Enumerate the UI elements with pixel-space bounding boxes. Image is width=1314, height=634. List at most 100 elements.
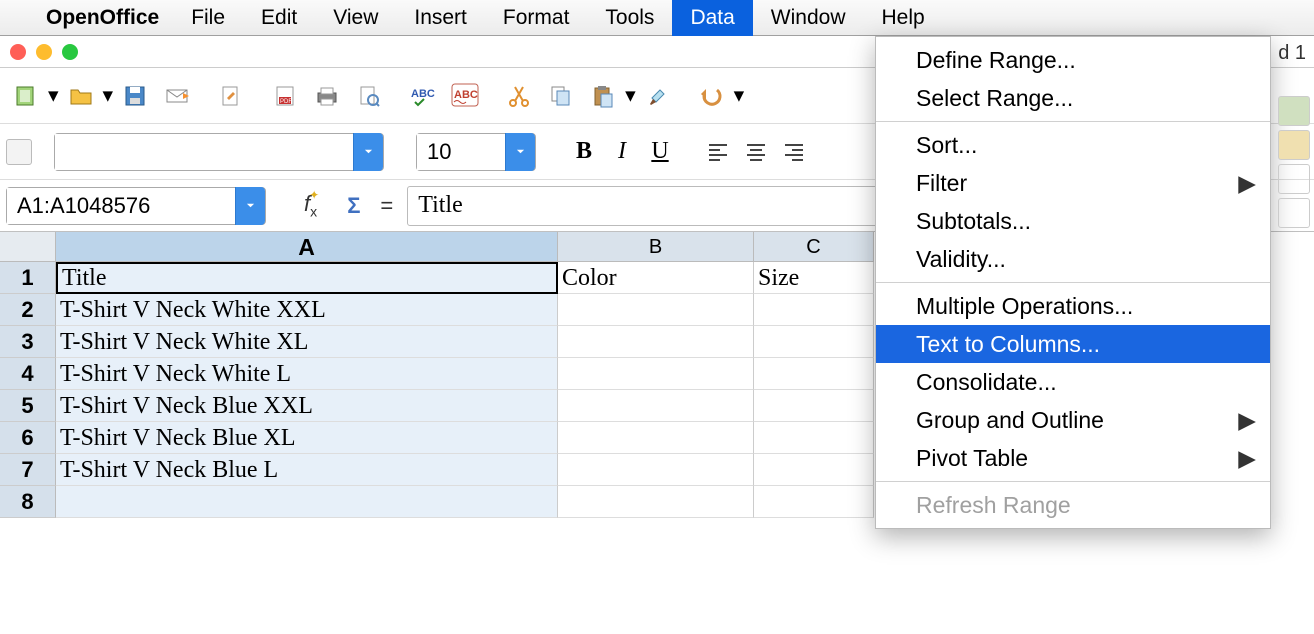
row-header[interactable]: 3 [0,326,56,358]
row-header[interactable]: 7 [0,454,56,486]
new-button[interactable] [9,79,43,113]
menu-help[interactable]: Help [864,0,943,36]
menu-item-pivot-table[interactable]: Pivot Table▶ [876,439,1270,477]
menu-item-text-to-columns[interactable]: Text to Columns... [876,325,1270,363]
underline-button[interactable]: U [644,137,676,167]
cell[interactable]: T-Shirt V Neck White XXL [56,294,558,326]
copy-button[interactable] [544,79,578,113]
menu-edit[interactable]: Edit [243,0,315,36]
row-header[interactable]: 6 [0,422,56,454]
print-button[interactable] [310,79,344,113]
menu-file[interactable]: File [173,0,243,36]
toolbar-fragment-btn[interactable] [1278,164,1310,194]
col-header-A[interactable]: A [56,232,558,262]
row-header[interactable]: 2 [0,294,56,326]
cell[interactable] [558,422,754,454]
name-box[interactable] [6,187,266,225]
cell[interactable]: T-Shirt V Neck White L [56,358,558,390]
menu-format[interactable]: Format [485,0,588,36]
col-header-C[interactable]: C [754,232,874,262]
col-header-B[interactable]: B [558,232,754,262]
dropdown-arrow-icon[interactable]: ▾ [48,83,59,108]
menu-item-define-range[interactable]: Define Range... [876,41,1270,79]
toolbar-fragment-btn[interactable] [1278,96,1310,126]
cell[interactable] [558,486,754,518]
menu-item-sort[interactable]: Sort... [876,126,1270,164]
row-header[interactable]: 4 [0,358,56,390]
font-name-combo[interactable] [54,133,384,171]
cell[interactable]: T-Shirt V Neck Blue XL [56,422,558,454]
close-button[interactable] [10,44,26,60]
row-header[interactable]: 1 [0,262,56,294]
menu-tools[interactable]: Tools [587,0,672,36]
edit-file-button[interactable] [214,79,248,113]
styles-button[interactable] [6,139,32,165]
menu-data[interactable]: Data [672,0,752,36]
menu-item-select-range[interactable]: Select Range... [876,79,1270,117]
equals-icon[interactable]: = [374,193,399,219]
send-mail-button[interactable] [160,79,194,113]
align-left-button[interactable] [702,137,734,167]
cell[interactable] [558,358,754,390]
menu-window[interactable]: Window [753,0,864,36]
select-all-corner[interactable] [0,232,56,262]
menu-item-multiple-operations[interactable]: Multiple Operations... [876,287,1270,325]
menu-view[interactable]: View [315,0,396,36]
menu-item-subtotals[interactable]: Subtotals... [876,202,1270,240]
cell[interactable] [56,486,558,518]
menu-insert[interactable]: Insert [396,0,485,36]
row-header[interactable]: 5 [0,390,56,422]
menu-item-filter[interactable]: Filter▶ [876,164,1270,202]
align-center-button[interactable] [740,137,772,167]
font-size-combo[interactable] [416,133,536,171]
cell[interactable] [754,390,874,422]
cell[interactable] [754,486,874,518]
dropdown-arrow-icon[interactable]: ▾ [103,83,114,108]
align-right-button[interactable] [778,137,810,167]
cell[interactable] [558,326,754,358]
menu-item-group-and-outline[interactable]: Group and Outline▶ [876,401,1270,439]
chevron-down-icon[interactable] [353,133,383,171]
cell[interactable]: Size [754,262,874,294]
dropdown-arrow-icon[interactable]: ▾ [625,83,636,108]
format-paintbrush-button[interactable] [641,79,675,113]
row-header[interactable]: 8 [0,486,56,518]
save-button[interactable] [118,79,152,113]
cell[interactable] [558,454,754,486]
cell[interactable]: Title [56,262,558,294]
font-name-input[interactable] [55,134,353,170]
chevron-down-icon[interactable] [235,187,265,225]
chevron-down-icon[interactable] [505,133,535,171]
zoom-button[interactable] [62,44,78,60]
export-pdf-button[interactable]: PDF [268,79,302,113]
menu-item-validity[interactable]: Validity... [876,240,1270,278]
cell[interactable] [754,422,874,454]
toolbar-fragment-btn[interactable] [1278,130,1310,160]
menu-item-consolidate[interactable]: Consolidate... [876,363,1270,401]
cell[interactable]: T-Shirt V Neck Blue XXL [56,390,558,422]
cell[interactable] [754,294,874,326]
bold-button[interactable]: B [568,137,600,167]
cell[interactable] [558,390,754,422]
cell[interactable] [558,294,754,326]
toolbar-fragment-btn[interactable] [1278,198,1310,228]
function-wizard-icon[interactable]: fx✦ [298,191,333,219]
undo-button[interactable] [695,79,729,113]
dropdown-arrow-icon[interactable]: ▾ [734,83,745,108]
minimize-button[interactable] [36,44,52,60]
cell[interactable] [754,358,874,390]
cell[interactable]: Color [558,262,754,294]
cell[interactable] [754,326,874,358]
italic-button[interactable]: I [606,137,638,167]
cell[interactable]: T-Shirt V Neck White XL [56,326,558,358]
open-button[interactable] [64,79,98,113]
paste-button[interactable] [586,79,620,113]
cut-button[interactable] [502,79,536,113]
autocheck-button[interactable]: ABC [448,79,482,113]
cellref-input[interactable] [7,188,235,224]
cell[interactable]: T-Shirt V Neck Blue L [56,454,558,486]
spellcheck-button[interactable]: ABC [406,79,440,113]
cell[interactable] [754,454,874,486]
print-preview-button[interactable] [352,79,386,113]
sum-icon[interactable]: Σ [341,193,366,219]
